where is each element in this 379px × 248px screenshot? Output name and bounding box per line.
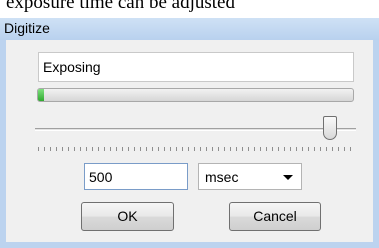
progress-fill bbox=[38, 89, 45, 101]
status-text: Exposing bbox=[43, 59, 101, 75]
status-field: Exposing bbox=[38, 52, 354, 82]
cancel-button[interactable]: Cancel bbox=[229, 202, 321, 231]
window-title: Digitize bbox=[4, 20, 50, 36]
dropdown-arrow-icon bbox=[283, 175, 293, 180]
exposure-slider-track[interactable] bbox=[35, 128, 356, 131]
ok-button[interactable]: OK bbox=[81, 202, 174, 231]
slider-ticks bbox=[38, 147, 354, 151]
exposure-value-input[interactable] bbox=[84, 163, 188, 190]
unit-select-value: msec bbox=[205, 169, 239, 185]
background-document-text: exposure time can be adjusted bbox=[0, 0, 379, 18]
exposure-progress-bar bbox=[37, 88, 354, 102]
exposure-slider-thumb[interactable] bbox=[323, 116, 338, 140]
title-bar[interactable]: Digitize bbox=[0, 18, 379, 40]
exposure-unit-select[interactable]: msec bbox=[198, 163, 302, 190]
